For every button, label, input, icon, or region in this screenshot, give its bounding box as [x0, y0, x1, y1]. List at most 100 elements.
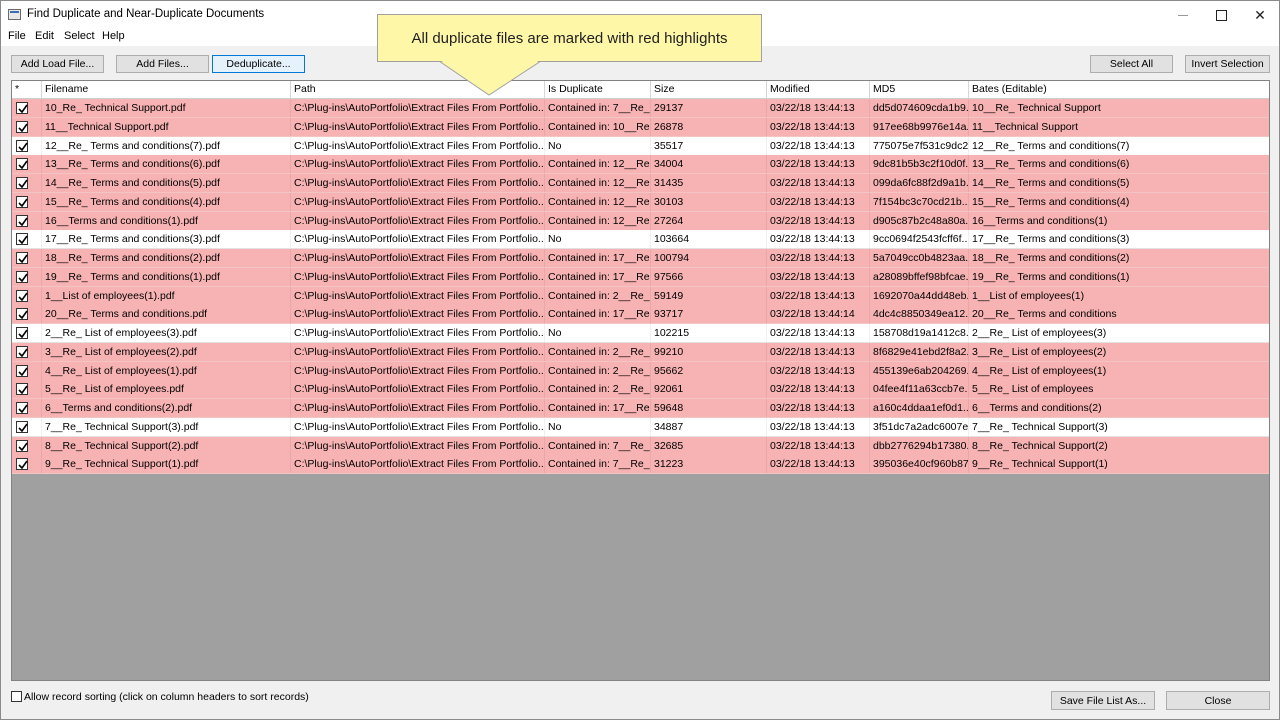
- row-checkbox[interactable]: [12, 361, 42, 380]
- row-checkbox[interactable]: [12, 455, 42, 474]
- save-file-list-button[interactable]: Save File List As...: [1051, 691, 1155, 710]
- row-checkbox[interactable]: [12, 117, 42, 136]
- close-button[interactable]: Close: [1166, 691, 1270, 710]
- menu-select[interactable]: Select: [64, 30, 95, 42]
- checkbox-checked-icon[interactable]: [16, 252, 28, 264]
- table-row[interactable]: 19__Re_ Terms and conditions(1).pdf C:\Pl…: [12, 267, 1269, 287]
- checkbox-checked-icon[interactable]: [16, 439, 28, 452]
- table-row[interactable]: 5__Re_ List of employees.pdf C:\Plug-ins\…: [12, 380, 1269, 400]
- table-row[interactable]: 16__Terms and conditions(1).pdf C:\Plug-i…: [12, 211, 1269, 231]
- row-checkbox[interactable]: [12, 417, 42, 436]
- invert-selection-button[interactable]: Invert Selection: [1185, 55, 1270, 73]
- column-header-bates[interactable]: Bates (Editable): [969, 81, 1269, 99]
- cell-bates[interactable]: 11__Technical Support: [969, 118, 1269, 136]
- cell-bates[interactable]: 20__Re_ Terms and conditions: [969, 305, 1269, 323]
- row-checkbox[interactable]: [12, 324, 42, 342]
- checkbox-checked-icon[interactable]: [16, 195, 28, 208]
- row-checkbox[interactable]: [12, 380, 42, 399]
- column-header-select[interactable]: *: [12, 81, 42, 99]
- checkbox-checked-icon[interactable]: [16, 308, 28, 321]
- select-all-button[interactable]: Select All: [1090, 55, 1173, 73]
- checkbox-checked-icon[interactable]: [16, 158, 28, 171]
- add-files-button[interactable]: Add Files...: [116, 55, 209, 73]
- row-checkbox[interactable]: [12, 436, 42, 455]
- table-row[interactable]: 8__Re_ Technical Support(2).pdf C:\Plug-i…: [12, 436, 1269, 456]
- row-checkbox[interactable]: [12, 342, 42, 361]
- table-row[interactable]: 2__Re_ List of employees(3).pdf C:\Plug-i…: [12, 324, 1269, 343]
- add-load-file-button[interactable]: Add Load File...: [11, 55, 104, 73]
- column-header-size[interactable]: Size: [651, 81, 767, 99]
- checkbox-checked-icon[interactable]: [16, 139, 28, 152]
- checkbox-checked-icon[interactable]: [16, 420, 28, 433]
- row-checkbox[interactable]: [12, 230, 42, 249]
- row-checkbox[interactable]: [12, 249, 42, 267]
- table-row[interactable]: 10_Re_ Technical Support.pdf C:\Plug-ins\…: [12, 99, 1269, 118]
- checkbox-checked-icon[interactable]: [16, 289, 28, 302]
- cell-bates[interactable]: 5__Re_ List of employees: [969, 380, 1269, 398]
- table-row[interactable]: 3__Re_ List of employees(2).pdf C:\Plug-i…: [12, 342, 1269, 362]
- checkbox-checked-icon[interactable]: [16, 120, 28, 133]
- close-icon[interactable]: ✕: [1240, 1, 1280, 29]
- cell-bates[interactable]: 18__Re_ Terms and conditions(2): [969, 249, 1269, 267]
- cell-bates[interactable]: 7__Re_ Technical Support(3): [969, 418, 1269, 436]
- checkbox-checked-icon[interactable]: [16, 327, 28, 339]
- table-row[interactable]: 4__Re_ List of employees(1).pdf C:\Plug-i…: [12, 361, 1269, 381]
- column-header-is-duplicate[interactable]: Is Duplicate: [545, 81, 651, 99]
- cell-bates[interactable]: 14__Re_ Terms and conditions(5): [969, 174, 1269, 192]
- row-checkbox[interactable]: [12, 174, 42, 192]
- table-row[interactable]: 9__Re_ Technical Support(1).pdf C:\Plug-i…: [12, 455, 1269, 475]
- checkbox-checked-icon[interactable]: [16, 270, 28, 283]
- column-header-md5[interactable]: MD5: [870, 81, 969, 99]
- cell-bates[interactable]: 9__Re_ Technical Support(1): [969, 455, 1269, 473]
- table-row[interactable]: 1__List of employees(1).pdf C:\Plug-ins\A…: [12, 286, 1269, 306]
- row-checkbox[interactable]: [12, 211, 42, 230]
- checkbox-checked-icon[interactable]: [16, 345, 28, 358]
- cell-bates[interactable]: 3__Re_ List of employees(2): [969, 343, 1269, 361]
- table-row[interactable]: 7__Re_ Technical Support(3).pdf C:\Plug-i…: [12, 417, 1269, 437]
- checkbox-checked-icon[interactable]: [16, 364, 28, 377]
- cell-bates[interactable]: 12__Re_ Terms and conditions(7): [969, 137, 1269, 155]
- menu-edit[interactable]: Edit: [35, 30, 54, 42]
- checkbox-checked-icon[interactable]: [16, 177, 28, 189]
- row-checkbox[interactable]: [12, 305, 42, 324]
- row-checkbox[interactable]: [12, 155, 42, 174]
- row-checkbox[interactable]: [12, 286, 42, 305]
- table-row[interactable]: 13__Re_ Terms and conditions(6).pdf C:\Pl…: [12, 155, 1269, 175]
- cell-bates[interactable]: 13__Re_ Terms and conditions(6): [969, 155, 1269, 173]
- checkbox-checked-icon[interactable]: [16, 458, 28, 471]
- cell-bates[interactable]: 17__Re_ Terms and conditions(3): [969, 230, 1269, 248]
- table-row[interactable]: 14__Re_ Terms and conditions(5).pdf C:\Pl…: [12, 174, 1269, 193]
- cell-bates[interactable]: 2__Re_ List of employees(3): [969, 324, 1269, 342]
- cell-bates[interactable]: 10__Re_ Technical Support: [969, 99, 1269, 117]
- checkbox-checked-icon[interactable]: [16, 102, 28, 114]
- column-header-path[interactable]: Path: [291, 81, 545, 99]
- column-header-filename[interactable]: Filename: [42, 81, 291, 99]
- row-checkbox[interactable]: [12, 399, 42, 417]
- cell-bates[interactable]: 19__Re_ Terms and conditions(1): [969, 268, 1269, 286]
- row-checkbox[interactable]: [12, 99, 42, 117]
- row-checkbox[interactable]: [12, 192, 42, 211]
- row-checkbox[interactable]: [12, 136, 42, 155]
- allow-sorting-checkbox[interactable]: [11, 691, 22, 702]
- table-row[interactable]: 11__Technical Support.pdf C:\Plug-ins\Aut…: [12, 117, 1269, 137]
- row-checkbox[interactable]: [12, 267, 42, 286]
- cell-bates[interactable]: 4__Re_ List of employees(1): [969, 362, 1269, 380]
- table-row[interactable]: 18__Re_ Terms and conditions(2).pdf C:\Pl…: [12, 249, 1269, 268]
- maximize-icon[interactable]: [1201, 1, 1241, 29]
- column-header-modified[interactable]: Modified: [767, 81, 870, 99]
- table-row[interactable]: 15__Re_ Terms and conditions(4).pdf C:\Pl…: [12, 192, 1269, 212]
- cell-bates[interactable]: 8__Re_ Technical Support(2): [969, 437, 1269, 455]
- cell-bates[interactable]: 6__Terms and conditions(2): [969, 399, 1269, 417]
- table-row[interactable]: 6__Terms and conditions(2).pdf C:\Plug-in…: [12, 399, 1269, 418]
- table-row[interactable]: 17__Re_ Terms and conditions(3).pdf C:\Pl…: [12, 230, 1269, 250]
- menu-help[interactable]: Help: [102, 30, 125, 42]
- menu-file[interactable]: File: [8, 30, 26, 42]
- minimize-icon[interactable]: [1163, 1, 1203, 29]
- table-row[interactable]: 20__Re_ Terms and conditions.pdf C:\Plug-…: [12, 305, 1269, 325]
- cell-bates[interactable]: 16__Terms and conditions(1): [969, 212, 1269, 230]
- cell-bates[interactable]: 1__List of employees(1): [969, 287, 1269, 305]
- checkbox-checked-icon[interactable]: [16, 233, 28, 246]
- checkbox-checked-icon[interactable]: [16, 402, 28, 414]
- deduplicate-button[interactable]: Deduplicate...: [212, 55, 305, 73]
- table-row[interactable]: 12__Re_ Terms and conditions(7).pdf C:\Pl…: [12, 136, 1269, 156]
